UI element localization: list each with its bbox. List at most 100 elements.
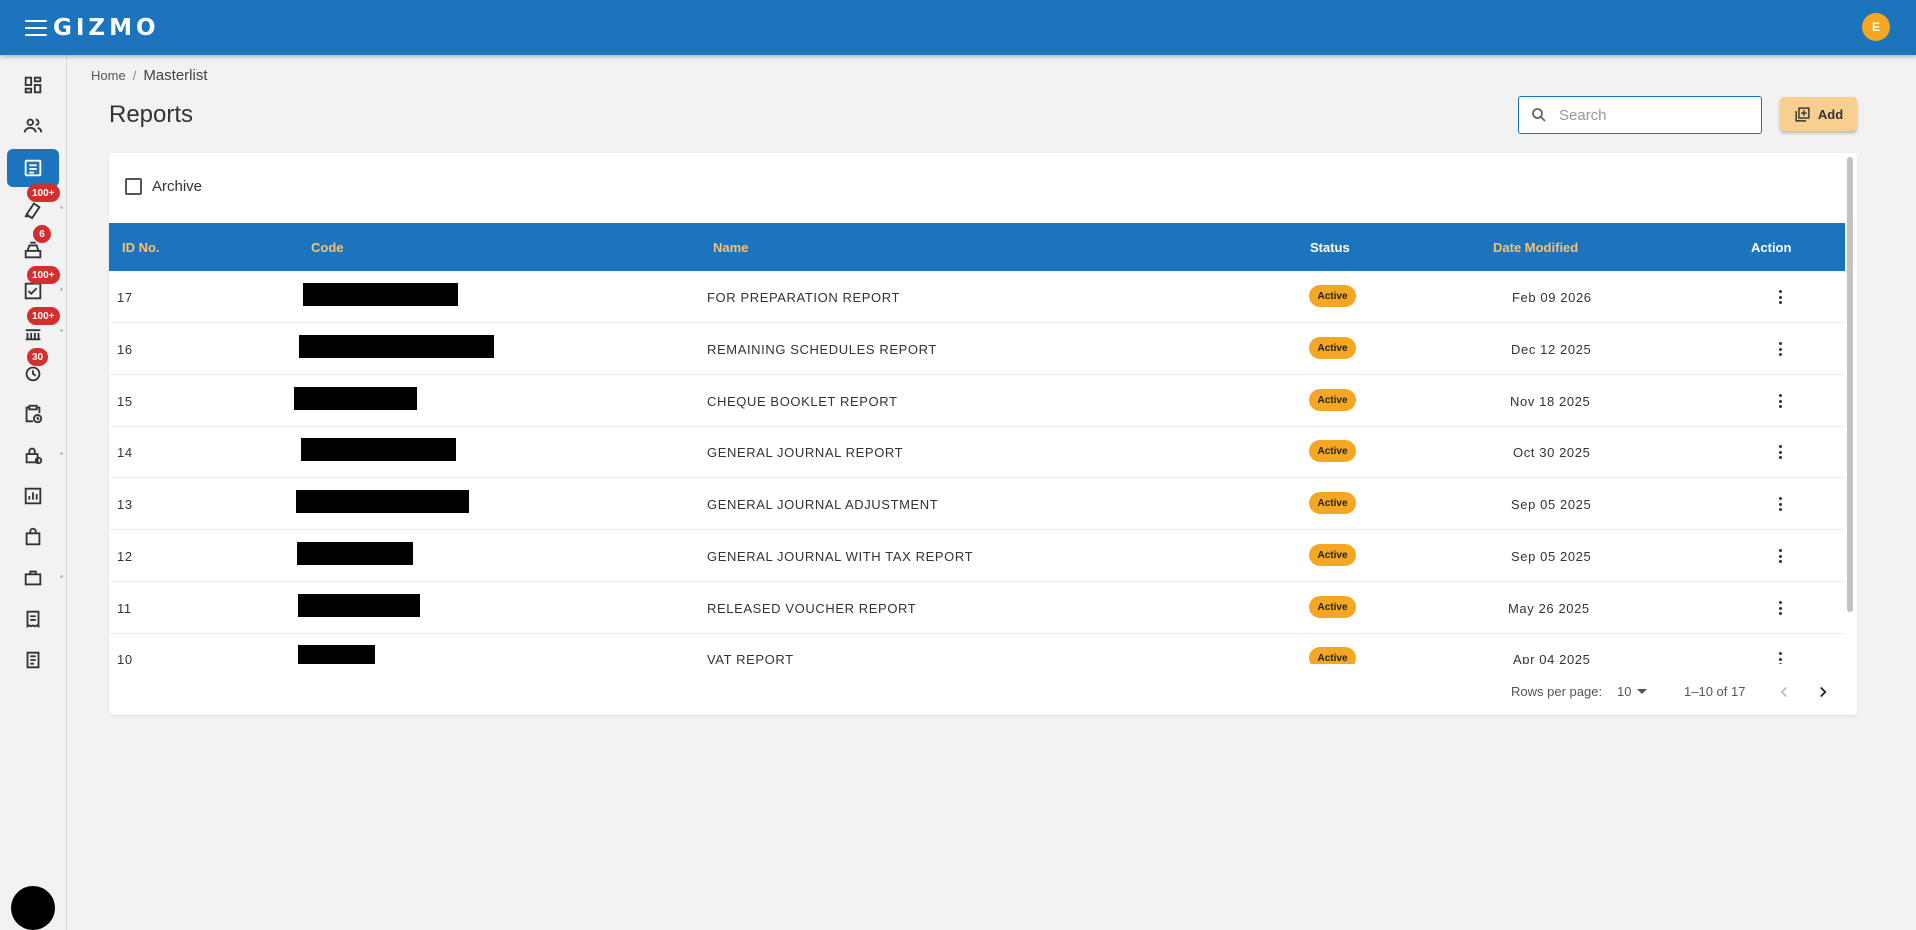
sidebar-item-dashboard[interactable]: [7, 66, 59, 104]
bar-chart-icon: [24, 487, 42, 505]
cell-name: RELEASED VOUCHER REPORT: [707, 600, 917, 616]
sidebar-item-schedule[interactable]: [7, 395, 59, 433]
archive-checkbox[interactable]: [125, 178, 142, 195]
sidebar-item-users[interactable]: [7, 107, 59, 145]
clipboard-clock-icon: [25, 404, 43, 424]
hamburger-menu-icon[interactable]: [25, 19, 47, 36]
breadcrumb-separator: /: [132, 68, 137, 83]
sidebar-item-masterlist[interactable]: [7, 149, 59, 187]
cell-name: REMAINING SCHEDULES REPORT: [707, 341, 937, 357]
sidebar-item-queue[interactable]: 100+: [7, 307, 63, 351]
cell-date: Sep 05 2025: [1511, 548, 1592, 564]
archive-filter[interactable]: Archive: [125, 178, 202, 195]
cell-id: 14: [117, 444, 133, 460]
cell-id: 16: [117, 341, 133, 357]
cell-id: 13: [117, 496, 133, 512]
status-badge: Active: [1309, 389, 1356, 411]
briefcase-icon: [24, 570, 42, 586]
breadcrumb-home[interactable]: Home: [91, 68, 126, 83]
reports-table-card: Archive ID No. Code Name Status Date Mod…: [109, 153, 1857, 715]
column-header-id[interactable]: ID No.: [122, 223, 160, 271]
app-logo[interactable]: GIZMO: [53, 15, 160, 41]
profile-avatar[interactable]: [11, 886, 55, 930]
receipt-long-icon: [26, 651, 40, 669]
cell-name: GENERAL JOURNAL ADJUSTMENT: [707, 496, 939, 512]
cell-name: VAT REPORT: [707, 651, 794, 665]
sidebar-item-reports[interactable]: [7, 477, 59, 515]
status-badge: Active: [1309, 544, 1356, 566]
dashboard-icon: [24, 76, 42, 94]
table-body: 17 FOR PREPARATION REPORT Active Feb 09 …: [109, 271, 1845, 664]
table-row[interactable]: 15 CHEQUE BOOKLET REPORT Active Nov 18 2…: [109, 375, 1845, 427]
cell-date: Apr 04 2025: [1513, 651, 1591, 665]
page-title: Reports: [109, 101, 194, 128]
next-page-button[interactable]: [1811, 680, 1835, 704]
column-header-code[interactable]: Code: [311, 223, 344, 271]
cell-date: Nov 18 2025: [1510, 393, 1591, 409]
column-header-date[interactable]: Date Modified: [1493, 223, 1578, 271]
more-options-icon[interactable]: [1772, 547, 1788, 565]
table-row[interactable]: 10 VAT REPORT Active Apr 04 2025: [109, 633, 1845, 664]
status-badge: Active: [1309, 492, 1356, 514]
column-header-action: Action: [1751, 239, 1792, 255]
more-options-icon[interactable]: [1772, 599, 1788, 617]
breadcrumb-current: Masterlist: [143, 67, 208, 84]
search-icon: [1532, 108, 1546, 122]
caret-down-icon: [1637, 689, 1648, 694]
column-header-name[interactable]: Name: [713, 223, 748, 271]
more-options-icon[interactable]: [1772, 495, 1788, 513]
cell-name: GENERAL JOURNAL WITH TAX REPORT: [707, 548, 974, 564]
cell-id: 12: [117, 548, 133, 564]
vertical-scrollbar[interactable]: [1847, 157, 1853, 612]
notification-badge: 100+: [27, 184, 60, 202]
cell-id: 11: [117, 600, 132, 616]
table-row[interactable]: 16 REMAINING SCHEDULES REPORT Active Dec…: [109, 323, 1845, 375]
more-options-icon[interactable]: [1772, 392, 1788, 410]
table-row[interactable]: 13 GENERAL JOURNAL ADJUSTMENT Active Sep…: [109, 478, 1845, 530]
redacted-code: [296, 490, 469, 513]
users-icon: [23, 118, 43, 133]
pagination: Rows per page: 10 1–10 of 17: [109, 680, 1857, 704]
table-row[interactable]: 14 GENERAL JOURNAL REPORT Active Oct 30 …: [109, 426, 1845, 478]
table-header: ID No. Code Name Status Date Modified Ac…: [109, 223, 1845, 271]
rows-per-page-select[interactable]: 10: [1617, 684, 1648, 699]
redacted-code: [301, 438, 456, 461]
sidebar-item-cash[interactable]: 6: [7, 225, 59, 269]
notification-badge: 6: [33, 225, 51, 243]
redacted-code: [294, 387, 417, 410]
sidebar-item-projects[interactable]: [7, 559, 63, 597]
rows-per-page-value: 10: [1617, 684, 1632, 699]
sidebar-item-purchases[interactable]: [7, 518, 59, 556]
sidebar-item-vouchers[interactable]: 100+: [7, 184, 63, 228]
notification-badge: 100+: [27, 266, 60, 284]
more-options-icon[interactable]: [1772, 340, 1788, 358]
notification-badge: 100+: [27, 307, 60, 325]
more-options-icon[interactable]: [1772, 650, 1788, 664]
scrollbar-thumb[interactable]: [1847, 157, 1853, 612]
more-options-icon[interactable]: [1772, 288, 1788, 306]
user-avatar[interactable]: E: [1862, 13, 1890, 41]
table-row[interactable]: 17 FOR PREPARATION REPORT Active Feb 09 …: [109, 271, 1845, 323]
cell-date: Dec 12 2025: [1511, 341, 1592, 357]
list-icon: [24, 159, 42, 177]
breadcrumb: Home / Masterlist: [91, 67, 208, 84]
sidebar-item-statements[interactable]: [7, 641, 59, 679]
sidebar-item-history[interactable]: 30: [7, 348, 59, 392]
table-row[interactable]: 11 RELEASED VOUCHER REPORT Active May 26…: [109, 582, 1845, 634]
shopping-bag-icon: [25, 527, 41, 546]
redacted-code: [298, 645, 375, 664]
table-row[interactable]: 12 GENERAL JOURNAL WITH TAX REPORT Activ…: [109, 530, 1845, 582]
sidebar-item-approvals[interactable]: 100+: [7, 266, 63, 310]
previous-page-button[interactable]: [1772, 680, 1796, 704]
redacted-code: [297, 542, 413, 565]
sidebar-item-security[interactable]: [7, 436, 63, 474]
sidebar-item-receipts[interactable]: [7, 600, 59, 638]
add-to-library-icon: [1795, 106, 1810, 122]
more-options-icon[interactable]: [1772, 443, 1788, 461]
rows-per-page-label: Rows per page:: [1511, 684, 1603, 699]
cell-id: 10: [117, 651, 133, 665]
sidebar: 100+ 6 100+ 100+ 30: [0, 55, 67, 930]
add-button[interactable]: Add: [1780, 97, 1857, 131]
search-input[interactable]: [1559, 106, 1749, 124]
lock-icon: [25, 447, 43, 465]
